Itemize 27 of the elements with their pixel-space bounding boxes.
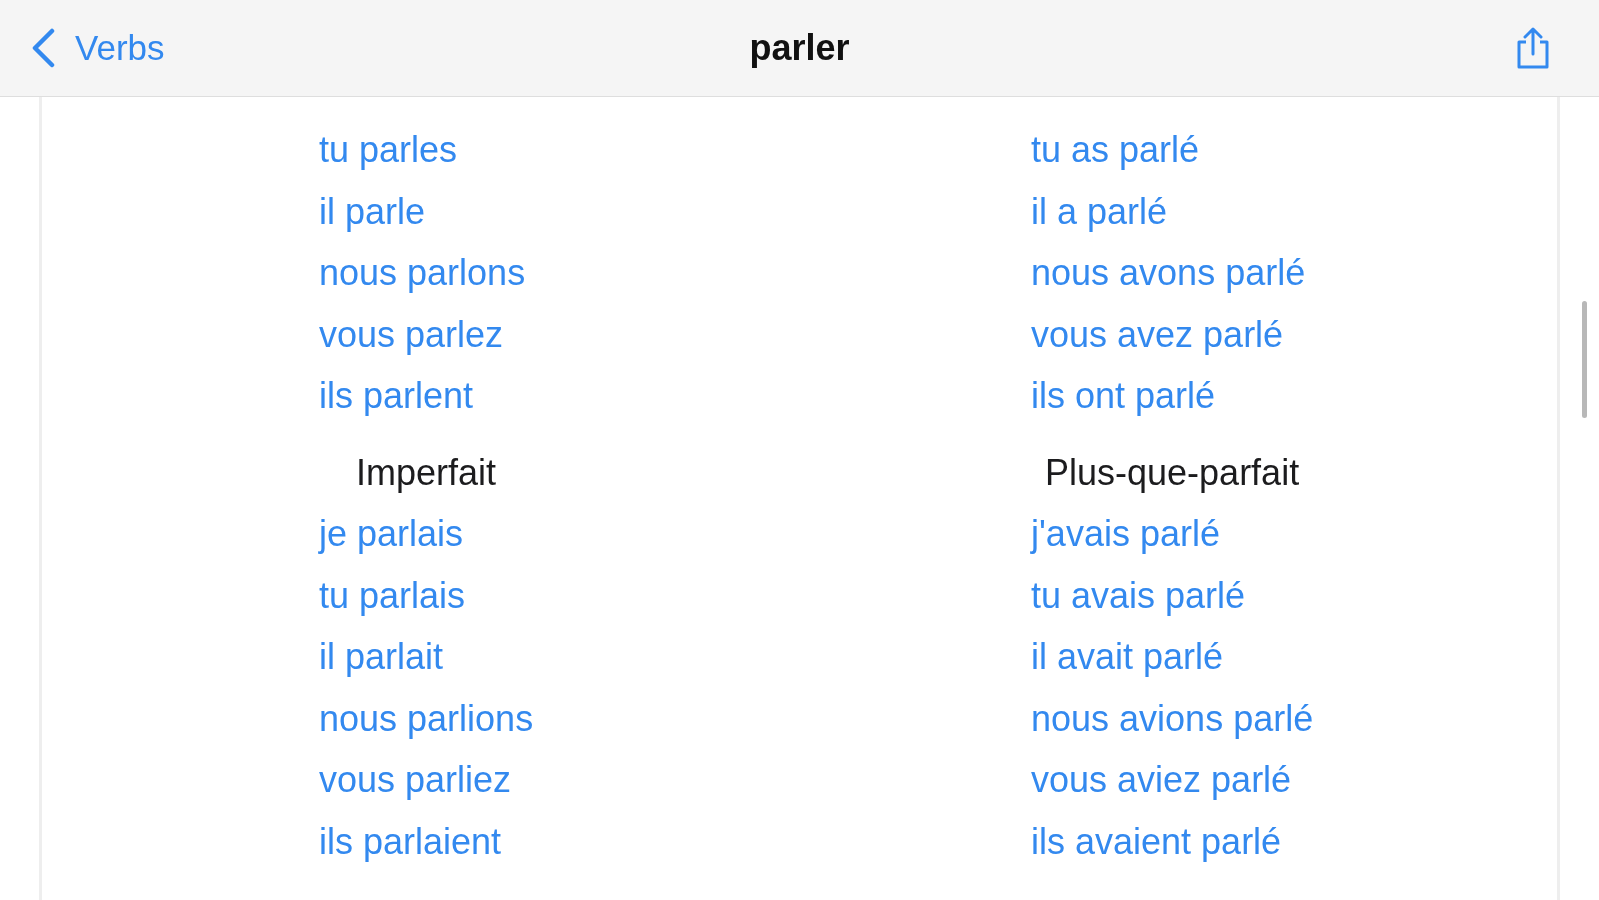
chevron-left-icon (31, 28, 56, 68)
verb-form-link[interactable]: tu parles (319, 119, 458, 181)
verb-form-link[interactable]: vous avez parlé (1031, 303, 1284, 365)
verb-form-link[interactable]: ils avaient parlé (1031, 810, 1282, 872)
verb-form-link[interactable]: vous parlez (319, 303, 504, 365)
tense-heading: Plus-que-parfait (1045, 450, 1300, 495)
verb-form-link[interactable]: tu as parlé (1031, 119, 1200, 181)
page-title: parler (749, 27, 850, 69)
back-button[interactable]: Verbs (31, 28, 165, 68)
verb-form-link[interactable]: il a parlé (1031, 180, 1168, 242)
verb-form-link[interactable]: je parlais (319, 503, 464, 565)
verb-form-link[interactable]: il parlait (319, 626, 444, 688)
verb-form-link[interactable]: il avait parlé (1031, 626, 1224, 688)
verb-form-link[interactable]: nous avions parlé (1031, 687, 1314, 749)
tense-heading: Imperfait (356, 450, 497, 495)
verb-form-link[interactable]: j'avais parlé (1031, 503, 1220, 565)
verb-form-link[interactable]: vous aviez parlé (1031, 749, 1292, 811)
verb-form-link[interactable]: tu avais parlé (1031, 564, 1246, 626)
verb-form-link[interactable]: tu parlais (319, 564, 466, 626)
verb-form-link[interactable]: il parle (319, 180, 426, 242)
verb-form-link[interactable]: ils ont parlé (1031, 365, 1216, 427)
verb-form-link[interactable]: vous parliez (319, 749, 512, 811)
verb-form-link[interactable]: nous parlions (319, 687, 534, 749)
verb-form-link[interactable]: nous parlons (319, 242, 526, 304)
verb-form-link[interactable]: nous avons parlé (1031, 242, 1306, 304)
verb-form-link[interactable]: ils parlent (319, 365, 474, 427)
verb-form-link[interactable]: ils parlaient (319, 810, 502, 872)
